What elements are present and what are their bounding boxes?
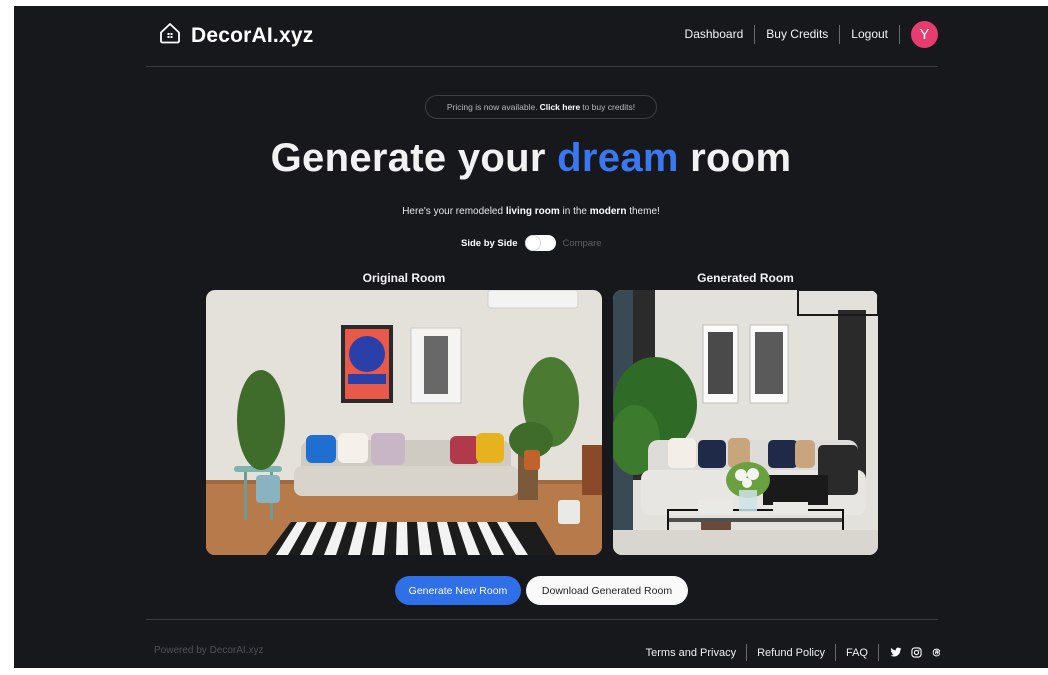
announcement-suffix: to buy credits! (582, 102, 636, 112)
house-icon (158, 21, 182, 50)
toggle-side-by-side[interactable]: Side by Side (461, 238, 518, 249)
announcement-link[interactable]: Click here (540, 102, 581, 112)
app-root: DecorAI.xyz Dashboard Buy Credits Logout… (14, 6, 1048, 668)
footer-refund-link[interactable]: Refund Policy (747, 647, 835, 659)
result-subtitle: Here's your remodeled living room in the… (14, 206, 1048, 217)
social-links (879, 647, 942, 658)
subtitle-suffix: theme! (626, 206, 660, 217)
top-nav: Dashboard Buy Credits Logout Y (674, 6, 1048, 62)
title-accent: dream (557, 136, 679, 180)
footer-divider (146, 619, 938, 620)
generate-new-room-button[interactable]: Generate New Room (395, 576, 521, 605)
subtitle-theme: modern (589, 206, 627, 217)
footer-faq-link[interactable]: FAQ (836, 647, 878, 659)
footer-links: Terms and Privacy Refund Policy FAQ (636, 644, 942, 661)
nav-logout[interactable]: Logout (840, 27, 899, 41)
nav-divider (899, 24, 900, 44)
avatar[interactable]: Y (911, 20, 938, 48)
header: DecorAI.xyz Dashboard Buy Credits Logout… (14, 6, 1048, 67)
footer-terms-link[interactable]: Terms and Privacy (636, 647, 746, 659)
twitter-icon[interactable] (890, 647, 902, 658)
subtitle-room: living room (505, 206, 560, 217)
nav-dashboard[interactable]: Dashboard (674, 27, 755, 41)
title-start: Generate your (270, 136, 558, 180)
original-room-image (206, 290, 602, 555)
announcement-prefix: Pricing is now available. (446, 102, 538, 112)
pricing-announcement[interactable]: Pricing is now available. Click here to … (425, 95, 657, 119)
generated-room-label: Generated Room (697, 271, 794, 285)
header-divider (146, 66, 938, 67)
download-generated-room-button[interactable]: Download Generated Room (526, 576, 688, 605)
toggle-compare[interactable]: Compare (563, 238, 602, 249)
title-end: room (678, 136, 792, 180)
generated-room-image (613, 290, 878, 555)
brand-name: DecorAI.xyz (191, 23, 314, 47)
subtitle-middle: in the (559, 206, 590, 217)
original-room-label: Original Room (362, 271, 446, 285)
instagram-icon[interactable] (911, 647, 922, 658)
brand-logo[interactable]: DecorAI.xyz (158, 21, 313, 50)
nav-buy-credits[interactable]: Buy Credits (755, 27, 839, 41)
threads-icon[interactable] (931, 647, 942, 658)
powered-by-text: Powered by DecorAI.xyz (154, 645, 264, 656)
switch-knob (525, 236, 540, 250)
view-mode-switch[interactable] (524, 235, 556, 251)
view-toggle: Side by Side Compare (461, 235, 602, 251)
subtitle-prefix: Here's your remodeled (402, 206, 506, 217)
page-title: Generate your dream room (14, 136, 1048, 181)
